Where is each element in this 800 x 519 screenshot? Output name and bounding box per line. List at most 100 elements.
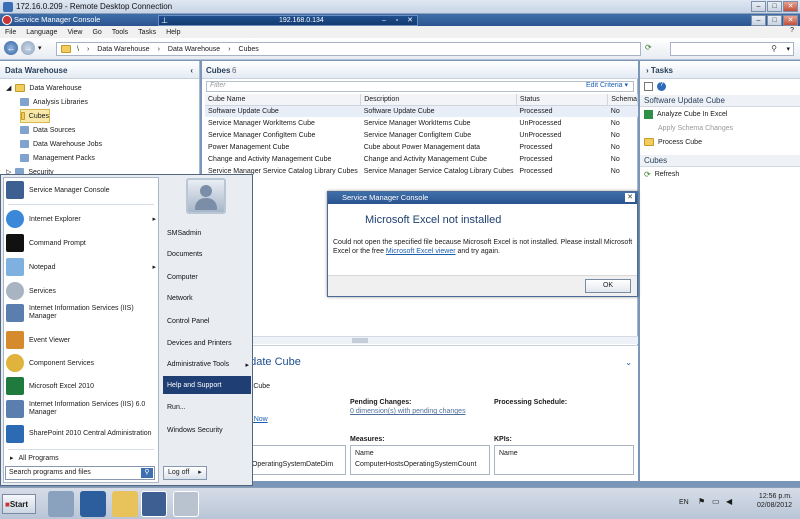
breadcrumb-item[interactable]: Cubes [239, 46, 259, 53]
program-iis-manager[interactable]: Internet Information Services (IIS) Mana… [6, 304, 156, 322]
program-sharepoint-admin[interactable]: SharePoint 2010 Central Administration [6, 425, 156, 443]
server-manager-icon[interactable] [48, 491, 74, 517]
horizontal-scrollbar[interactable] [202, 336, 638, 344]
place-documents[interactable]: Documents [163, 245, 251, 263]
table-row[interactable]: Software Update Cube Software Update Cube… [205, 105, 638, 117]
place-help-and-support[interactable]: Help and Support [163, 376, 251, 394]
place-control-panel[interactable]: Control Panel [163, 312, 251, 330]
table-row[interactable]: Service Manager WorkItems Cube Service Ma… [205, 117, 638, 129]
all-programs-button[interactable]: ▸ All Programs [10, 454, 160, 463]
refresh-icon[interactable]: ⟳ [645, 43, 652, 52]
menu-go[interactable]: Go [92, 29, 101, 36]
program-microsoft-excel[interactable]: Microsoft Excel 2010 [6, 377, 156, 395]
forward-button[interactable]: → [21, 41, 35, 55]
column-header[interactable]: Schema [607, 94, 638, 106]
explorer-icon[interactable] [112, 491, 138, 517]
column-header[interactable]: Cube Name [205, 94, 362, 106]
search-input[interactable]: ⚲ ▾ [670, 42, 794, 56]
expand-icon[interactable]: › [646, 66, 649, 75]
place-windows-security[interactable]: Windows Security [163, 421, 251, 439]
menu-language[interactable]: Language [26, 29, 57, 36]
program-services[interactable]: Services [6, 282, 156, 300]
place-smsadmin[interactable]: SMSadmin [163, 224, 251, 242]
program-event-viewer[interactable]: Event Viewer [6, 331, 156, 349]
breadcrumb-item[interactable]: Data Warehouse [97, 46, 149, 53]
search-icon[interactable]: ⚲ [141, 468, 153, 478]
search-icon[interactable]: ⚲ [771, 44, 777, 53]
tree-item-management-packs[interactable]: Management Packs [6, 151, 199, 165]
back-button[interactable]: ← [4, 41, 18, 55]
app-minimize-button[interactable]: – [751, 15, 766, 26]
ok-button[interactable]: OK [585, 279, 631, 293]
search-dropdown-icon[interactable]: ▾ [786, 45, 790, 53]
network-icon[interactable]: ▭ [712, 497, 720, 506]
tree-item-data-warehouse-jobs[interactable]: Data Warehouse Jobs [6, 137, 199, 151]
menu-tools[interactable]: Tools [112, 29, 128, 36]
place-run[interactable]: Run... [163, 398, 251, 416]
tree-item-cubes[interactable]: Cubes [20, 109, 50, 123]
menu-help[interactable]: Help [166, 29, 180, 36]
help-icon[interactable]: ? [657, 82, 666, 91]
program-service-manager-console[interactable]: Service Manager Console [6, 181, 156, 199]
measures-list[interactable]: Name ComputerHostsOperatingSystemCount [350, 445, 490, 475]
clock[interactable]: 12:56 p.m. 02/08/2012 [746, 492, 792, 510]
dimensions-list[interactable]: stsOperatingSystemDateDim [242, 445, 346, 475]
program-iis6-manager[interactable]: Internet Information Services (IIS) 6.0 … [6, 400, 156, 418]
service-manager-taskbar-icon[interactable] [141, 491, 167, 517]
tree-item-analysis-libraries[interactable]: Analysis Libraries [6, 95, 199, 109]
table-row[interactable]: Power Management Cube Cube about Power Ma… [205, 141, 638, 153]
edit-criteria-link[interactable]: Edit Criteria ▾ [586, 81, 628, 89]
properties-icon[interactable] [644, 82, 653, 91]
program-command-prompt[interactable]: Command Prompt [6, 234, 156, 252]
place-devices-and-printers[interactable]: Devices and Printers [163, 334, 251, 352]
tree-item-data-warehouse[interactable]: ◢ Data Warehouse [6, 81, 199, 95]
place-network[interactable]: Network [163, 289, 251, 307]
excel-viewer-link[interactable]: Microsoft Excel viewer [386, 248, 456, 255]
breadcrumb-root[interactable]: \ [77, 46, 79, 53]
filter-input[interactable]: Filter [206, 81, 634, 92]
volume-icon[interactable]: ◀ [726, 497, 732, 506]
start-button[interactable]: ■Start [2, 494, 36, 514]
settings-taskbar-icon[interactable] [173, 491, 199, 517]
maximize-button[interactable]: □ [767, 1, 782, 12]
start-search-input[interactable]: Search programs and files ⚲ [5, 466, 155, 480]
app-maximize-button[interactable]: □ [767, 15, 782, 26]
list-item[interactable]: ComputerHostsOperatingSystemCount [355, 461, 476, 468]
dialog-close-button[interactable]: ✕ [625, 193, 635, 202]
program-component-services[interactable]: Component Services [6, 354, 156, 372]
submenu-arrow-icon[interactable]: ▸ [152, 263, 156, 271]
column-header[interactable]: Status [516, 94, 609, 106]
close-button[interactable]: ✕ [783, 1, 798, 12]
menu-file[interactable]: File [5, 29, 16, 36]
kpis-list[interactable]: Name [494, 445, 634, 475]
table-row[interactable]: Service Manager ConfigItem Cube Service M… [205, 129, 638, 141]
submenu-arrow-icon[interactable]: ▸ [245, 361, 249, 369]
minimize-button[interactable]: – [751, 1, 766, 12]
menu-help-icon[interactable]: ? [790, 27, 794, 34]
pending-changes-value[interactable]: 0 dimension(s) with pending changes [350, 408, 466, 415]
rdp-close-button[interactable]: ✕ [405, 16, 415, 25]
process-cube-task[interactable]: Process Cube [640, 135, 800, 149]
app-close-button[interactable]: ✕ [783, 15, 798, 26]
rdp-min-button[interactable]: – [379, 16, 389, 25]
column-header[interactable]: Description [360, 94, 517, 106]
powershell-icon[interactable] [80, 491, 106, 517]
list-item[interactable]: stsOperatingSystemDateDim [243, 461, 333, 468]
refresh-task[interactable]: ⟳ Refresh [640, 167, 800, 181]
place-administrative-tools[interactable]: Administrative Tools ▸ [163, 355, 251, 373]
collapse-icon[interactable]: ‹ [190, 66, 193, 75]
analyze-cube-in-excel-task[interactable]: Analyze Cube In Excel [640, 107, 800, 121]
rdp-restore-button[interactable]: ▫ [392, 16, 402, 25]
program-notepad[interactable]: Notepad ▸ [6, 258, 156, 276]
history-dropdown-icon[interactable]: ▾ [38, 44, 42, 52]
language-indicator[interactable]: EN [679, 499, 689, 506]
pin-icon[interactable]: ⊥ [161, 16, 168, 25]
menu-tasks[interactable]: Tasks [138, 29, 156, 36]
expand-icon[interactable]: ◢ [6, 84, 11, 92]
menu-view[interactable]: View [67, 29, 82, 36]
tree-item-data-sources[interactable]: Data Sources [6, 123, 199, 137]
scrollbar-thumb[interactable] [352, 338, 368, 343]
place-computer[interactable]: Computer [163, 268, 251, 286]
collapse-detail-icon[interactable]: ⌄ [625, 358, 632, 367]
table-row[interactable]: Service Manager Service Catalog Library … [205, 165, 638, 177]
